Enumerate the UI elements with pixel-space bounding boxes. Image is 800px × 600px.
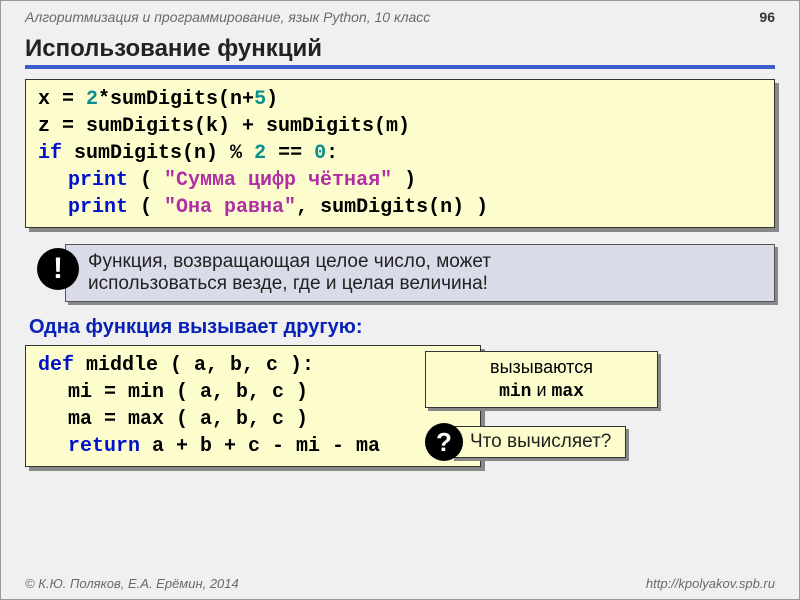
page-number: 96 xyxy=(759,9,775,25)
subject-text: Алгоритмизация и программирование, язык … xyxy=(25,9,430,25)
question-callout: ? Что вычисляет? xyxy=(425,423,626,461)
slide-title: Использование функций xyxy=(25,35,775,63)
copyright: © К.Ю. Поляков, Е.А. Ерёмин, 2014 xyxy=(25,576,239,591)
question-icon: ? xyxy=(425,423,463,461)
code-line: if sumDigits(n) % 2 == 0: xyxy=(38,140,762,167)
slide-footer: © К.Ю. Поляков, Е.А. Ерёмин, 2014 http:/… xyxy=(25,576,775,591)
code-line: mi = min ( a, b, c ) xyxy=(38,379,468,406)
code-line: x = 2*sumDigits(n+5) xyxy=(38,86,762,113)
code-line: print ( "Она равна", sumDigits(n) ) xyxy=(38,194,762,221)
code-block-middle: def middle ( a, b, c ): mi = min ( a, b,… xyxy=(25,345,481,467)
slide-header: Алгоритмизация и программирование, язык … xyxy=(25,9,775,25)
code-line: def middle ( a, b, c ): xyxy=(38,352,468,379)
subheading: Одна функция вызывает другую: xyxy=(29,316,775,339)
code-block-usage: x = 2*sumDigits(n+5) z = sumDigits(k) + … xyxy=(25,79,775,228)
question-text: Что вычисляет? xyxy=(451,426,626,458)
footer-url: http://kpolyakov.spb.ru xyxy=(646,576,775,591)
callout-text: Функция, возвращающая целое число, может… xyxy=(65,244,775,302)
side-note: вызываются min и max xyxy=(425,351,658,408)
code-line: print ( "Сумма цифр чётная" ) xyxy=(38,167,762,194)
title-rule xyxy=(25,65,775,69)
code-line: z = sumDigits(k) + sumDigits(m) xyxy=(38,113,762,140)
callout-note: ! Функция, возвращающая целое число, мож… xyxy=(37,244,775,302)
code-line: return a + b + c - mi - ma xyxy=(38,433,468,460)
code-line: ma = max ( a, b, c ) xyxy=(38,406,468,433)
exclamation-icon: ! xyxy=(37,248,79,290)
